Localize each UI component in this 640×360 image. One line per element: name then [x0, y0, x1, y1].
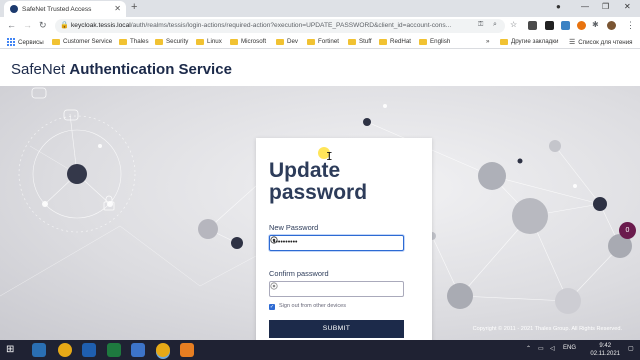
outlook-icon[interactable] — [82, 343, 96, 357]
submit-button[interactable]: SUBMIT — [269, 320, 404, 338]
url-host: keycloak.tessis.local — [71, 22, 131, 29]
node-dark-large — [67, 164, 87, 184]
clock-date: 02.11.2021 — [590, 351, 620, 357]
defender-icon[interactable] — [32, 343, 46, 357]
folder-icon — [419, 38, 427, 45]
back-icon[interactable]: ← — [7, 20, 16, 30]
bookmarks-bar: Сервисы Customer Service Thales Security… — [0, 35, 640, 49]
extension-3-icon[interactable] — [561, 21, 570, 30]
folder-icon — [500, 38, 508, 45]
reload-icon[interactable]: ↻ — [39, 20, 47, 31]
volume-icon[interactable]: ◁ — [550, 345, 555, 352]
menu-icon[interactable]: ⋮ — [626, 20, 635, 31]
folder-icon — [155, 38, 163, 45]
bookmark-other[interactable]: Другие закладки — [500, 38, 558, 45]
copyright-text: Copyright © 2011 - 2021 Thales Group. Al… — [472, 326, 622, 332]
url-path: /auth/realms/tessis/login-actions/requir… — [130, 22, 452, 29]
address-bar[interactable]: 🔒 keycloak.tessis.local/auth/realms/tess… — [55, 19, 505, 33]
folder-icon — [307, 38, 315, 45]
bookmark-security[interactable]: Security — [155, 38, 188, 45]
taskbar: ⊞ ⌃ ▭ ◁ ENG 9:42 02.11.2021 ▢ — [0, 340, 640, 360]
site-header: SafeNet Authentication Service — [0, 50, 640, 86]
chrome-icon[interactable] — [58, 343, 72, 357]
notifications-icon[interactable]: ▢ — [628, 345, 634, 352]
favicon-icon — [10, 5, 18, 13]
close-window-icon[interactable]: ✕ — [624, 2, 631, 11]
brand-logo: SafeNet Authentication Service — [11, 61, 232, 78]
folder-icon — [379, 38, 387, 45]
signout-checkbox[interactable]: ✓ — [269, 304, 275, 310]
bookmark-customer-service[interactable]: Customer Service — [52, 38, 112, 45]
clock-time: 9:42 — [599, 343, 612, 349]
reading-list-icon: ☰ — [569, 39, 576, 46]
new-tab-button[interactable]: + — [131, 1, 137, 13]
bookmark-services[interactable]: Сервисы — [7, 38, 44, 46]
start-menu-icon[interactable]: ⊞ — [6, 343, 20, 357]
signout-label: Sign out from other devices — [279, 303, 346, 309]
extension-2-icon[interactable] — [545, 21, 554, 30]
bookmark-english[interactable]: English — [419, 38, 450, 45]
bookmark-fortinet[interactable]: Fortinet — [307, 38, 339, 45]
bookmark-redhat[interactable]: RedHat — [379, 38, 411, 45]
folder-icon — [276, 38, 284, 45]
bookmark-stuff[interactable]: Stuff — [348, 38, 372, 45]
puzzle-icon[interactable]: ✱ — [592, 20, 599, 29]
extension-4-icon[interactable] — [577, 21, 586, 30]
bookmark-dev[interactable]: Dev — [276, 38, 298, 45]
extension-icon[interactable] — [528, 21, 537, 30]
bookmark-linux[interactable]: Linux — [196, 38, 222, 45]
show-password-icon[interactable] — [270, 236, 278, 244]
language-indicator[interactable]: ENG — [563, 345, 576, 351]
bookmark-microsoft[interactable]: Microsoft — [230, 38, 266, 45]
profile-icon[interactable]: ● — [556, 2, 561, 11]
tab-title: SafeNet Trusted Access — [22, 5, 92, 13]
show-confirm-password-icon[interactable] — [270, 282, 278, 290]
apps-icon — [7, 38, 15, 46]
excel-icon[interactable] — [107, 343, 121, 357]
reading-list[interactable]: ☰ Список для чтения — [569, 38, 633, 47]
browser-tab-strip: SafeNet Trusted Access ✕ + ● — ❐ ✕ — [0, 0, 640, 17]
lock-icon: 🔒 — [60, 22, 69, 29]
bookmarks-overflow[interactable]: » — [486, 38, 489, 45]
network-icon[interactable]: ▭ — [538, 345, 544, 352]
minimize-icon[interactable]: — — [581, 2, 589, 11]
new-password-label: New Password — [269, 223, 319, 232]
text-cursor-icon: I — [326, 150, 333, 163]
confirm-password-field[interactable] — [269, 281, 404, 297]
taskbar-clock[interactable]: 9:42 02.11.2021 — [590, 342, 620, 358]
new-password-field[interactable]: •••••••••• — [269, 235, 404, 251]
confirm-password-label: Confirm password — [269, 269, 329, 278]
chrome-active-icon[interactable] — [156, 343, 170, 357]
update-password-card: Update password New Password •••••••••• … — [256, 138, 432, 340]
zoom-icon[interactable]: ⌕ — [493, 21, 497, 29]
folder-icon — [230, 38, 238, 45]
profile-avatar-icon[interactable] — [607, 21, 616, 30]
folder-icon — [196, 38, 204, 45]
bookmark-star-icon[interactable]: ☆ — [510, 20, 517, 29]
tab-safenet[interactable]: SafeNet Trusted Access ✕ — [4, 1, 126, 17]
folder-icon — [52, 38, 60, 45]
bookmark-thales[interactable]: Thales — [119, 38, 149, 45]
folder-icon — [348, 38, 356, 45]
close-tab-icon[interactable]: ✕ — [114, 4, 121, 13]
tray-chevron-icon[interactable]: ⌃ — [526, 345, 531, 352]
folder-icon — [119, 38, 127, 45]
maximize-icon[interactable]: ❐ — [602, 2, 609, 11]
chat-badge[interactable]: 0 — [619, 222, 636, 239]
hero-background: Update password New Password •••••••••• … — [0, 86, 640, 340]
key-icon[interactable]: ⚿ — [478, 21, 483, 29]
browser-toolbar: ← → ↻ 🔒 keycloak.tessis.local/auth/realm… — [0, 17, 640, 35]
remote-desktop-icon[interactable] — [131, 343, 145, 357]
page-title: Update password — [269, 159, 368, 204]
app-icon[interactable] — [180, 343, 194, 357]
forward-icon[interactable]: → — [23, 20, 32, 30]
